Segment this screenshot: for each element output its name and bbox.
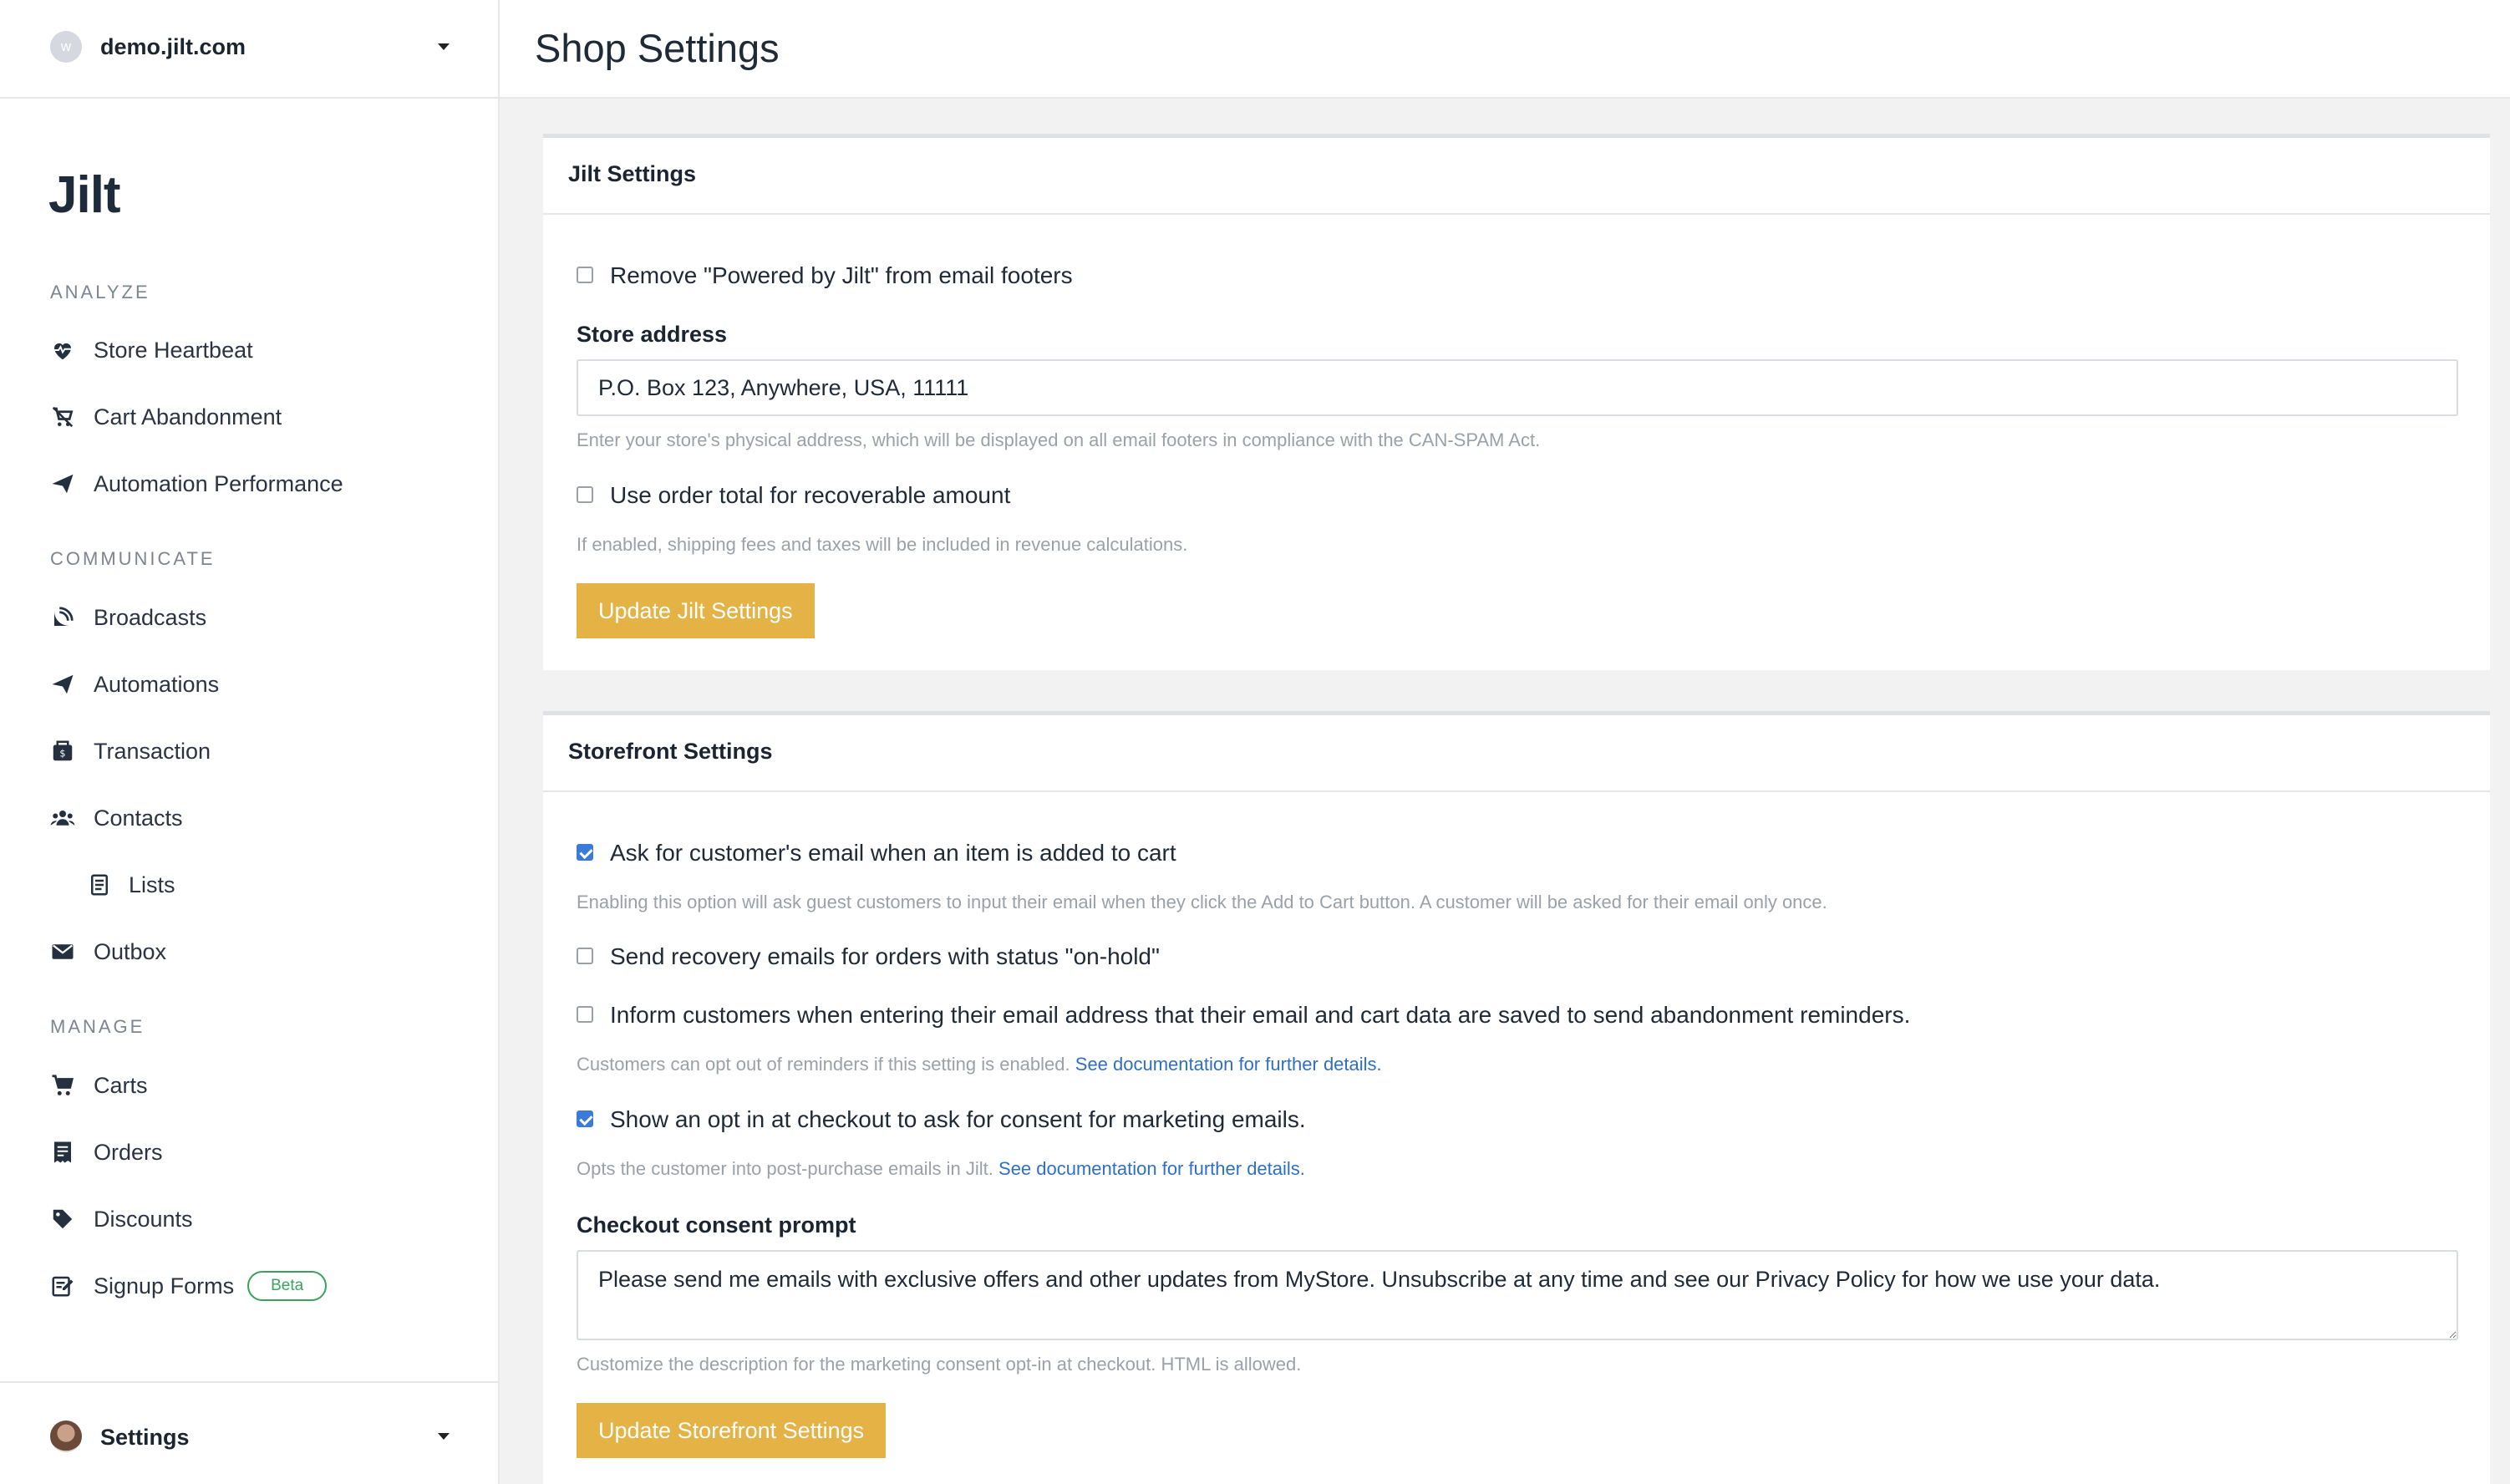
ask-email-help: Enabling this option will ask guest cust… xyxy=(577,892,1827,912)
sidebar-item-label: Store Heartbeat xyxy=(94,337,253,363)
ask-email-checkbox[interactable] xyxy=(577,844,593,861)
sidebar-item-signup-forms[interactable]: Signup Forms Beta xyxy=(50,1265,328,1307)
heartbeat-icon xyxy=(50,338,75,363)
sidebar-item-broadcasts[interactable]: Broadcasts xyxy=(50,597,206,638)
paper-plane-icon xyxy=(50,471,75,496)
opt-in-help: Opts the customer into post-purchase ema… xyxy=(577,1158,1305,1180)
sidebar-item-label: Outbox xyxy=(94,938,167,964)
sidebar-item-label: Signup Forms xyxy=(94,1273,235,1298)
sidebar-item-label: Carts xyxy=(94,1072,148,1098)
help-text: Customers can opt out of reminders if th… xyxy=(577,1054,1070,1075)
panel-title: Storefront Settings xyxy=(543,715,2490,792)
jilt-logo[interactable]: Jilt xyxy=(48,165,121,225)
sidebar-item-outbox[interactable]: Outbox xyxy=(50,931,166,973)
sidebar-item-label: Transaction xyxy=(94,738,211,764)
sidebar-item-label: Cart Abandonment xyxy=(94,404,282,429)
cart-icon xyxy=(50,1073,75,1098)
help-text: Opts the customer into post-purchase ema… xyxy=(577,1158,993,1179)
sidebar-item-automation-performance[interactable]: Automation Performance xyxy=(50,463,343,505)
section-communicate: COMMUNICATE xyxy=(50,548,216,569)
ask-email-label[interactable]: Ask for customer's email when an item is… xyxy=(610,840,1176,867)
sidebar-item-carts[interactable]: Carts xyxy=(50,1065,148,1106)
sidebar-item-discounts[interactable]: Discounts xyxy=(50,1198,193,1240)
sidebar-item-orders[interactable]: Orders xyxy=(50,1131,163,1173)
remove-powered-by-checkbox[interactable] xyxy=(577,267,593,283)
remove-powered-by-label[interactable]: Remove "Powered by Jilt" from email foot… xyxy=(610,262,1073,289)
page-header: Shop Settings xyxy=(500,0,2510,99)
svg-text:$: $ xyxy=(59,748,65,759)
documentation-link[interactable]: See documentation for further details. xyxy=(998,1158,1305,1179)
chevron-down-icon[interactable] xyxy=(438,43,450,50)
storefront-settings-panel: Storefront Settings Ask for customer's e… xyxy=(543,711,2490,1484)
section-manage: MANAGE xyxy=(50,1016,145,1037)
site-name: demo.jilt.com xyxy=(100,34,246,59)
sidebar-item-cart-abandonment[interactable]: Cart Abandonment xyxy=(50,396,282,438)
sidebar-item-label: Orders xyxy=(94,1139,163,1165)
sidebar-item-transaction[interactable]: $ Transaction xyxy=(50,730,211,772)
on-hold-label[interactable]: Send recovery emails for orders with sta… xyxy=(610,943,1160,970)
order-total-label[interactable]: Use order total for recoverable amount xyxy=(610,482,1010,509)
section-analyze: ANALYZE xyxy=(50,282,150,302)
opt-in-checkbox[interactable] xyxy=(577,1110,593,1127)
sidebar: w demo.jilt.com Jilt ANALYZE Store Heart… xyxy=(0,0,500,1484)
update-jilt-settings-button[interactable]: Update Jilt Settings xyxy=(577,583,815,638)
consent-prompt-help: Customize the description for the market… xyxy=(577,1354,1302,1375)
inform-customers-checkbox[interactable] xyxy=(577,1006,593,1023)
panel-title: Jilt Settings xyxy=(543,138,2490,215)
tag-icon xyxy=(50,1207,75,1232)
people-icon xyxy=(50,806,75,831)
sidebar-item-automations[interactable]: Automations xyxy=(50,663,219,705)
settings-label: Settings xyxy=(100,1425,190,1450)
consent-prompt-label: Checkout consent prompt xyxy=(577,1212,856,1238)
documentation-link[interactable]: See documentation for further details. xyxy=(1075,1054,1382,1075)
sidebar-item-lists[interactable]: Lists xyxy=(87,864,175,906)
sidebar-item-label: Automation Performance xyxy=(94,470,343,496)
consent-prompt-textarea[interactable]: Please send me emails with exclusive off… xyxy=(577,1250,2458,1340)
list-icon xyxy=(87,872,112,897)
invoice-icon xyxy=(50,1140,75,1165)
sidebar-item-label: Lists xyxy=(129,872,175,897)
order-total-help: If enabled, shipping fees and taxes will… xyxy=(577,534,1188,555)
envelope-icon xyxy=(50,939,75,964)
sidebar-item-label: Broadcasts xyxy=(94,604,207,630)
satellite-dish-icon xyxy=(50,605,75,630)
settings-menu[interactable]: Settings xyxy=(0,1381,498,1484)
store-address-help: Enter your store's physical address, whi… xyxy=(577,429,1541,450)
site-avatar: w xyxy=(50,31,82,63)
beta-badge: Beta xyxy=(247,1271,328,1301)
inform-customers-help: Customers can opt out of reminders if th… xyxy=(577,1054,1382,1075)
store-address-input[interactable] xyxy=(577,359,2458,416)
on-hold-checkbox[interactable] xyxy=(577,948,593,964)
sidebar-item-label: Automations xyxy=(94,671,220,697)
site-switcher[interactable]: w demo.jilt.com xyxy=(0,0,498,99)
page-title: Shop Settings xyxy=(535,26,780,70)
cart-off-icon xyxy=(50,404,75,429)
paper-plane-icon xyxy=(50,672,75,697)
opt-in-label[interactable]: Show an opt in at checkout to ask for co… xyxy=(610,1106,1306,1133)
order-total-checkbox[interactable] xyxy=(577,486,593,503)
chevron-down-icon[interactable] xyxy=(438,1433,450,1440)
receipt-icon: $ xyxy=(50,739,75,764)
update-storefront-settings-button[interactable]: Update Storefront Settings xyxy=(577,1403,887,1458)
sidebar-item-contacts[interactable]: Contacts xyxy=(50,797,183,839)
sidebar-item-store-heartbeat[interactable]: Store Heartbeat xyxy=(50,329,253,371)
avatar xyxy=(50,1420,82,1452)
store-address-label: Store address xyxy=(577,322,728,347)
sidebar-item-label: Discounts xyxy=(94,1206,193,1232)
form-edit-icon xyxy=(50,1273,75,1298)
inform-customers-label[interactable]: Inform customers when entering their ema… xyxy=(610,1002,1910,1029)
sidebar-item-label: Contacts xyxy=(94,805,183,831)
jilt-settings-panel: Jilt Settings Remove "Powered by Jilt" f… xyxy=(543,134,2490,670)
